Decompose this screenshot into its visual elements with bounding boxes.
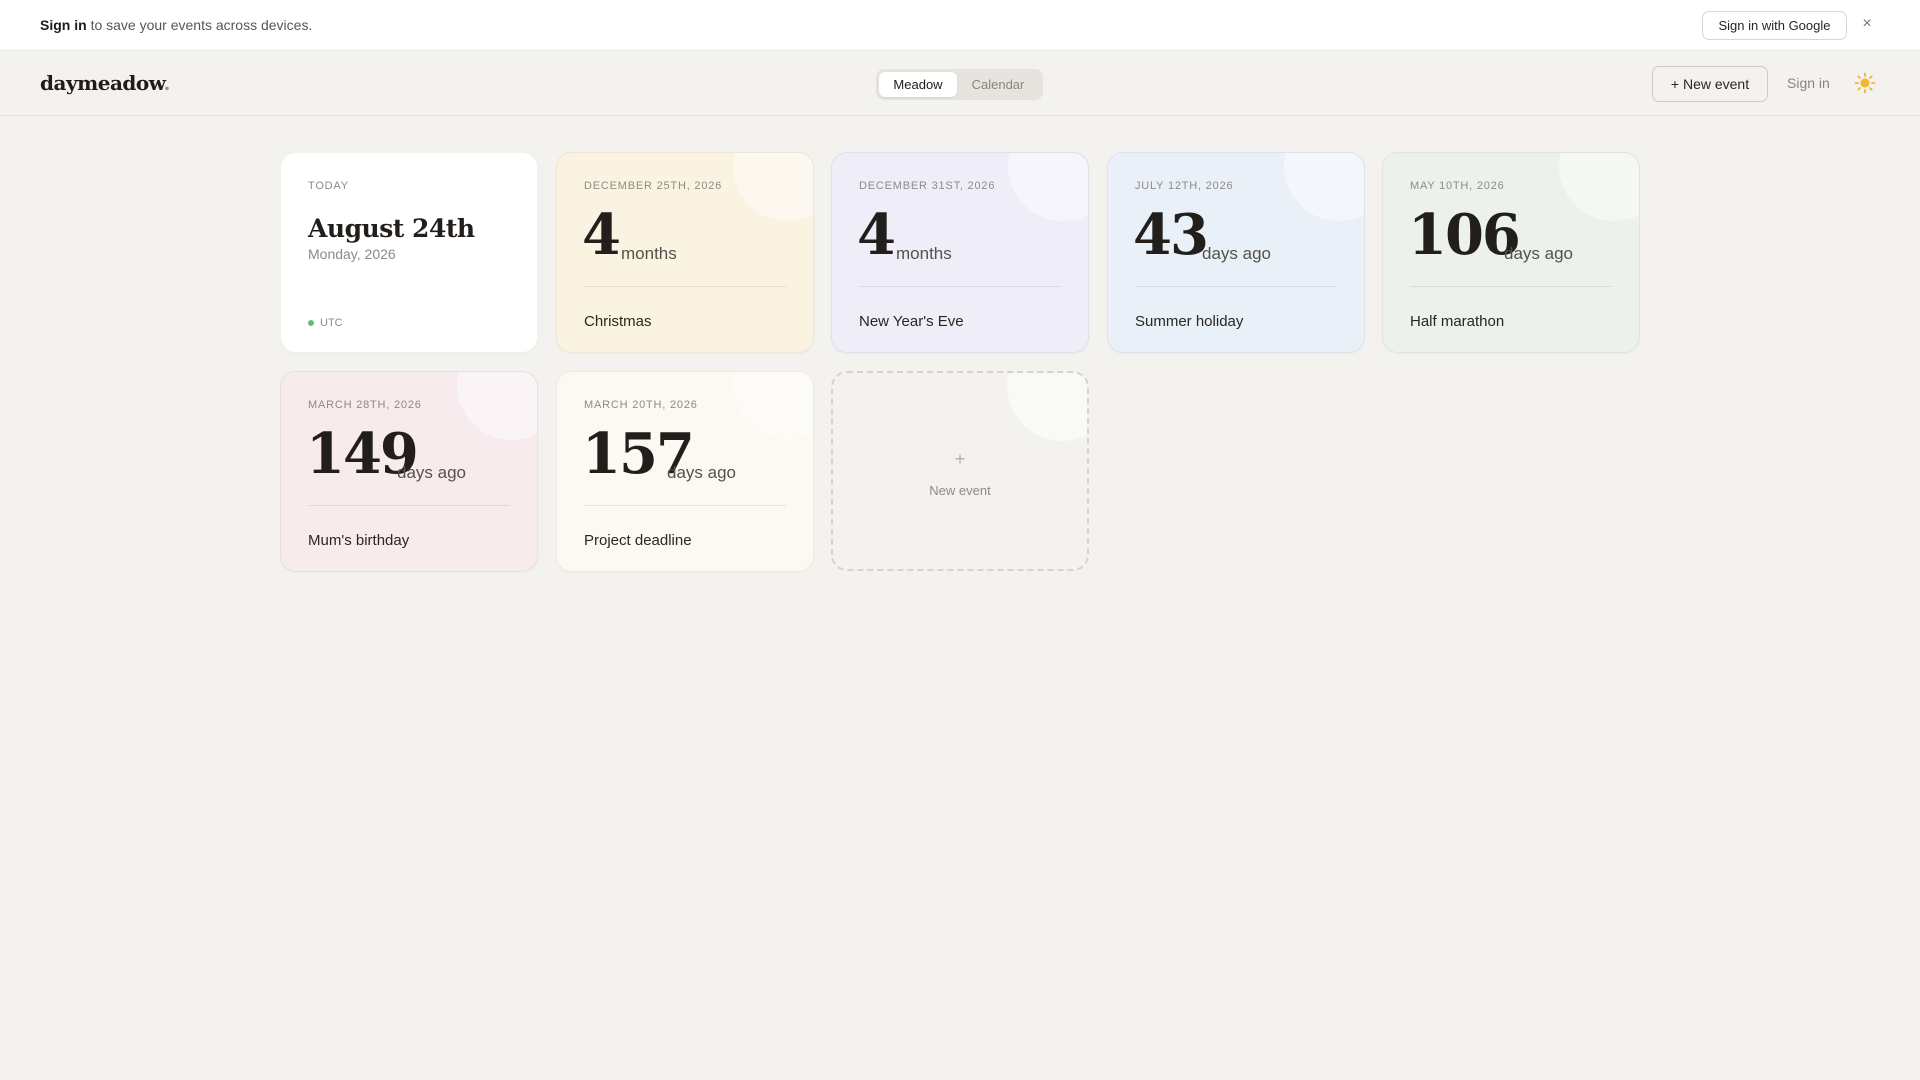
app-header: daymeadow. Meadow Calendar + New event S… xyxy=(0,51,1920,116)
event-date: MARCH 28TH, 2026 xyxy=(308,399,422,411)
event-date: DECEMBER 25TH, 2026 xyxy=(584,180,723,192)
decorative-circle xyxy=(733,372,813,440)
event-date: JULY 12TH, 2026 xyxy=(1135,180,1234,192)
event-card[interactable]: DECEMBER 31ST, 2026 4 months New Year's … xyxy=(831,152,1089,353)
event-count: 4 xyxy=(857,202,896,268)
logo-dot: . xyxy=(163,71,170,95)
tab-calendar[interactable]: Calendar xyxy=(957,72,1039,97)
banner-signin-link[interactable]: Sign in xyxy=(40,17,87,33)
event-date: MARCH 20TH, 2026 xyxy=(584,399,698,411)
close-icon[interactable]: × xyxy=(1857,14,1877,34)
event-card[interactable]: JULY 12TH, 2026 43 days ago Summer holid… xyxy=(1107,152,1365,353)
new-event-button[interactable]: + New event xyxy=(1652,66,1768,102)
event-card[interactable]: MAY 10TH, 2026 106 days ago Half maratho… xyxy=(1382,152,1640,353)
decorative-circle xyxy=(1284,153,1364,221)
card-divider xyxy=(859,286,1061,287)
event-name: Project deadline xyxy=(584,532,692,549)
decorative-circle xyxy=(457,372,537,440)
timezone-indicator: UTC xyxy=(308,317,343,329)
status-dot-icon xyxy=(308,320,314,326)
event-unit: days ago xyxy=(667,463,736,482)
card-divider xyxy=(1135,286,1337,287)
decorative-circle xyxy=(1007,373,1087,441)
logo[interactable]: daymeadow. xyxy=(40,71,170,95)
event-count: 4 xyxy=(582,202,621,268)
sign-in-link[interactable]: Sign in xyxy=(1787,75,1830,91)
event-name: New Year's Eve xyxy=(859,313,964,330)
event-card[interactable]: DECEMBER 25TH, 2026 4 months Christmas xyxy=(556,152,814,353)
new-event-label: New event xyxy=(929,483,991,498)
event-name: Half marathon xyxy=(1410,313,1505,330)
banner-message: Sign in to save your events across devic… xyxy=(40,17,312,33)
decorative-circle xyxy=(1008,153,1088,221)
event-name: Mum's birthday xyxy=(308,532,410,549)
timezone-label: UTC xyxy=(320,317,343,329)
today-date: August 24th xyxy=(308,214,475,243)
today-card: TODAY August 24th Monday, 2026 UTC xyxy=(280,152,538,353)
event-name: Christmas xyxy=(584,313,652,330)
event-count: 43 xyxy=(1133,202,1209,268)
event-card[interactable]: MARCH 20TH, 2026 157 days ago Project de… xyxy=(556,371,814,572)
decorative-circle xyxy=(1559,153,1639,221)
event-card[interactable]: MARCH 28TH, 2026 149 days ago Mum's birt… xyxy=(280,371,538,572)
plus-icon: + xyxy=(954,449,966,469)
event-unit: days ago xyxy=(1202,244,1271,263)
sign-in-with-google-button[interactable]: Sign in with Google xyxy=(1702,11,1847,40)
signin-banner: Sign in to save your events across devic… xyxy=(0,0,1920,51)
tab-meadow[interactable]: Meadow xyxy=(879,72,957,97)
today-subtitle: Monday, 2026 xyxy=(308,246,396,262)
card-divider xyxy=(584,505,786,506)
event-unit: days ago xyxy=(1504,244,1573,263)
event-unit: months xyxy=(896,244,952,263)
card-divider xyxy=(584,286,786,287)
event-date: DECEMBER 31ST, 2026 xyxy=(859,180,996,192)
card-divider xyxy=(308,505,510,506)
banner-message-text: to save your events across devices. xyxy=(90,17,313,33)
event-count: 106 xyxy=(1408,202,1521,268)
sun-icon[interactable] xyxy=(1854,72,1876,94)
event-unit: days ago xyxy=(397,463,466,482)
decorative-circle xyxy=(733,153,813,221)
card-divider xyxy=(1410,286,1612,287)
today-label: TODAY xyxy=(308,180,349,192)
event-date: MAY 10TH, 2026 xyxy=(1410,180,1505,192)
event-name: Summer holiday xyxy=(1135,313,1244,330)
event-unit: months xyxy=(621,244,677,263)
view-switcher: Meadow Calendar xyxy=(876,69,1043,100)
new-event-card[interactable]: + New event xyxy=(831,371,1089,571)
logo-text: daymeadow xyxy=(40,71,164,95)
